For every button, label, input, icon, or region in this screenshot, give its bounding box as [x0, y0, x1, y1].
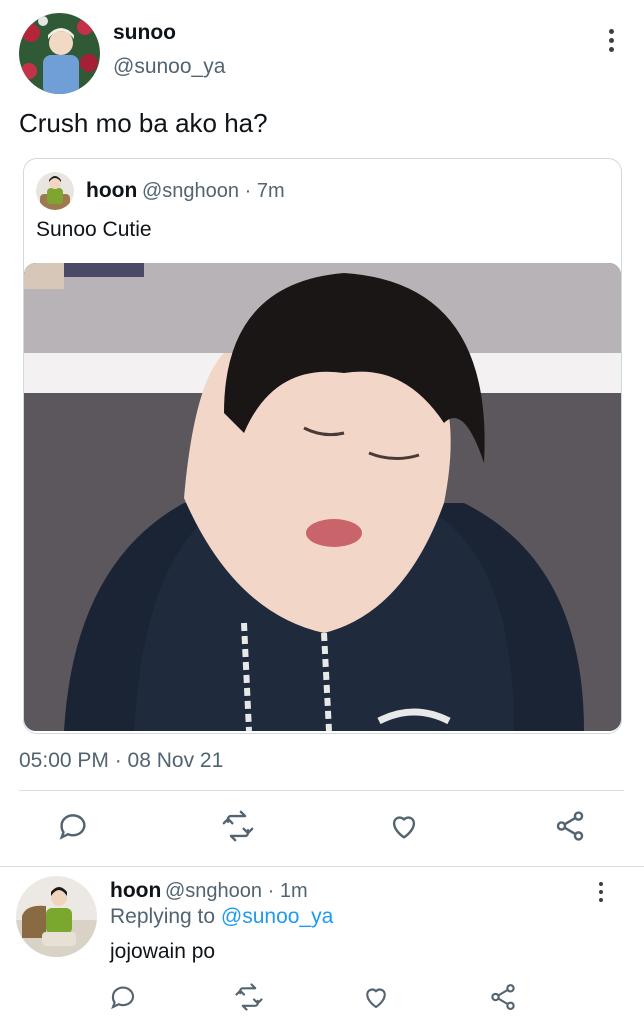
quoted-media-photo[interactable] [24, 263, 621, 731]
reply-author-meta: @snghoon · 1m [165, 880, 308, 902]
comment-icon[interactable] [53, 806, 93, 846]
reply-author-name[interactable]: hoon [110, 879, 161, 903]
reply-author-avatar[interactable] [16, 876, 97, 957]
more-options-icon[interactable] [586, 877, 616, 907]
quoted-author-avatar[interactable] [36, 172, 74, 210]
author-name[interactable]: sunoo [113, 21, 176, 45]
comment-icon[interactable] [103, 977, 143, 1017]
author-handle[interactable]: @sunoo_ya [113, 55, 225, 79]
tweet-text: Crush mo ba ako ha? [19, 108, 268, 138]
retweet-icon[interactable] [229, 977, 269, 1017]
reply-text: jojowain po [110, 940, 216, 963]
reply-actions [0, 979, 644, 1015]
next-item-peek [0, 1018, 644, 1024]
reply-tweet: hoon @snghoon · 1m Replying to @sunoo_ya… [0, 867, 644, 1024]
retweet-icon[interactable] [218, 806, 258, 846]
share-icon[interactable] [483, 977, 523, 1017]
heart-icon[interactable] [384, 806, 424, 846]
tweet-timestamp: 05:00 PM · 08 Nov 21 [19, 749, 224, 772]
tweet-actions [0, 806, 644, 850]
author-avatar[interactable] [19, 13, 100, 94]
quoted-tweet[interactable]: hoon @snghoon · 7m Sunoo Cutie [23, 158, 622, 734]
main-tweet: sunoo @sunoo_ya Crush mo ba ako ha? hoon… [0, 0, 644, 866]
quoted-author-name[interactable]: hoon [86, 179, 137, 203]
quoted-author-meta: @snghoon · 7m [142, 180, 285, 202]
heart-icon[interactable] [356, 977, 396, 1017]
quoted-tweet-text: Sunoo Cutie [36, 218, 152, 241]
replying-to-handle[interactable]: @sunoo_ya [221, 905, 333, 928]
replying-prefix: Replying to [110, 905, 221, 928]
divider [19, 790, 624, 791]
replying-to-label: Replying to @sunoo_ya [110, 905, 333, 929]
share-icon[interactable] [550, 806, 590, 846]
more-options-icon[interactable] [596, 22, 626, 58]
